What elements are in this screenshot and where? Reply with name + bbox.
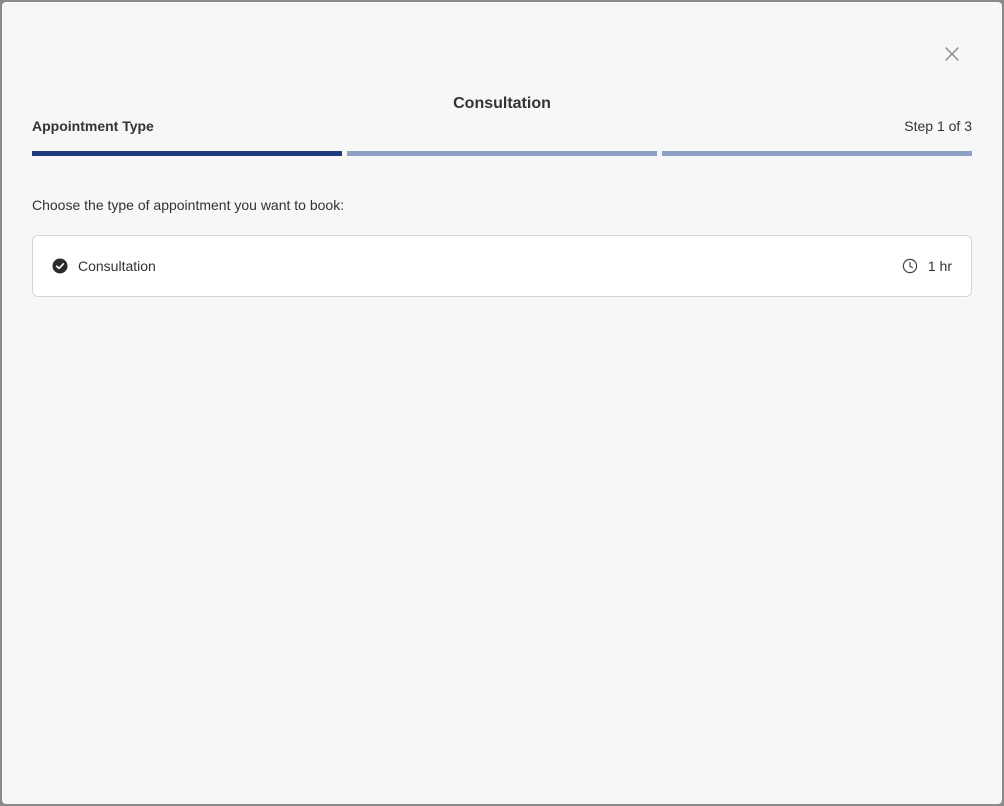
check-circle-icon — [52, 258, 68, 274]
appointment-type-prompt: Choose the type of appointment you want … — [32, 197, 345, 213]
appointment-duration: 1 hr — [902, 258, 952, 274]
appointment-duration-text: 1 hr — [927, 258, 952, 274]
progress-segment-1 — [32, 151, 342, 156]
clock-icon — [902, 258, 918, 274]
close-button[interactable] — [941, 43, 963, 65]
modal-title: Consultation — [453, 95, 551, 112]
appointment-option-name: Consultation — [78, 258, 156, 274]
step-label: Appointment Type — [32, 118, 154, 134]
progress-segment-2 — [347, 151, 657, 156]
close-icon — [945, 47, 959, 61]
step-progress-bar — [32, 151, 972, 156]
appointment-option-consultation[interactable]: Consultation 1 hr — [32, 235, 972, 297]
progress-segment-3 — [662, 151, 972, 156]
step-counter: Step 1 of 3 — [904, 118, 972, 134]
booking-modal: Consultation Appointment Type Step 1 of … — [2, 2, 1002, 804]
